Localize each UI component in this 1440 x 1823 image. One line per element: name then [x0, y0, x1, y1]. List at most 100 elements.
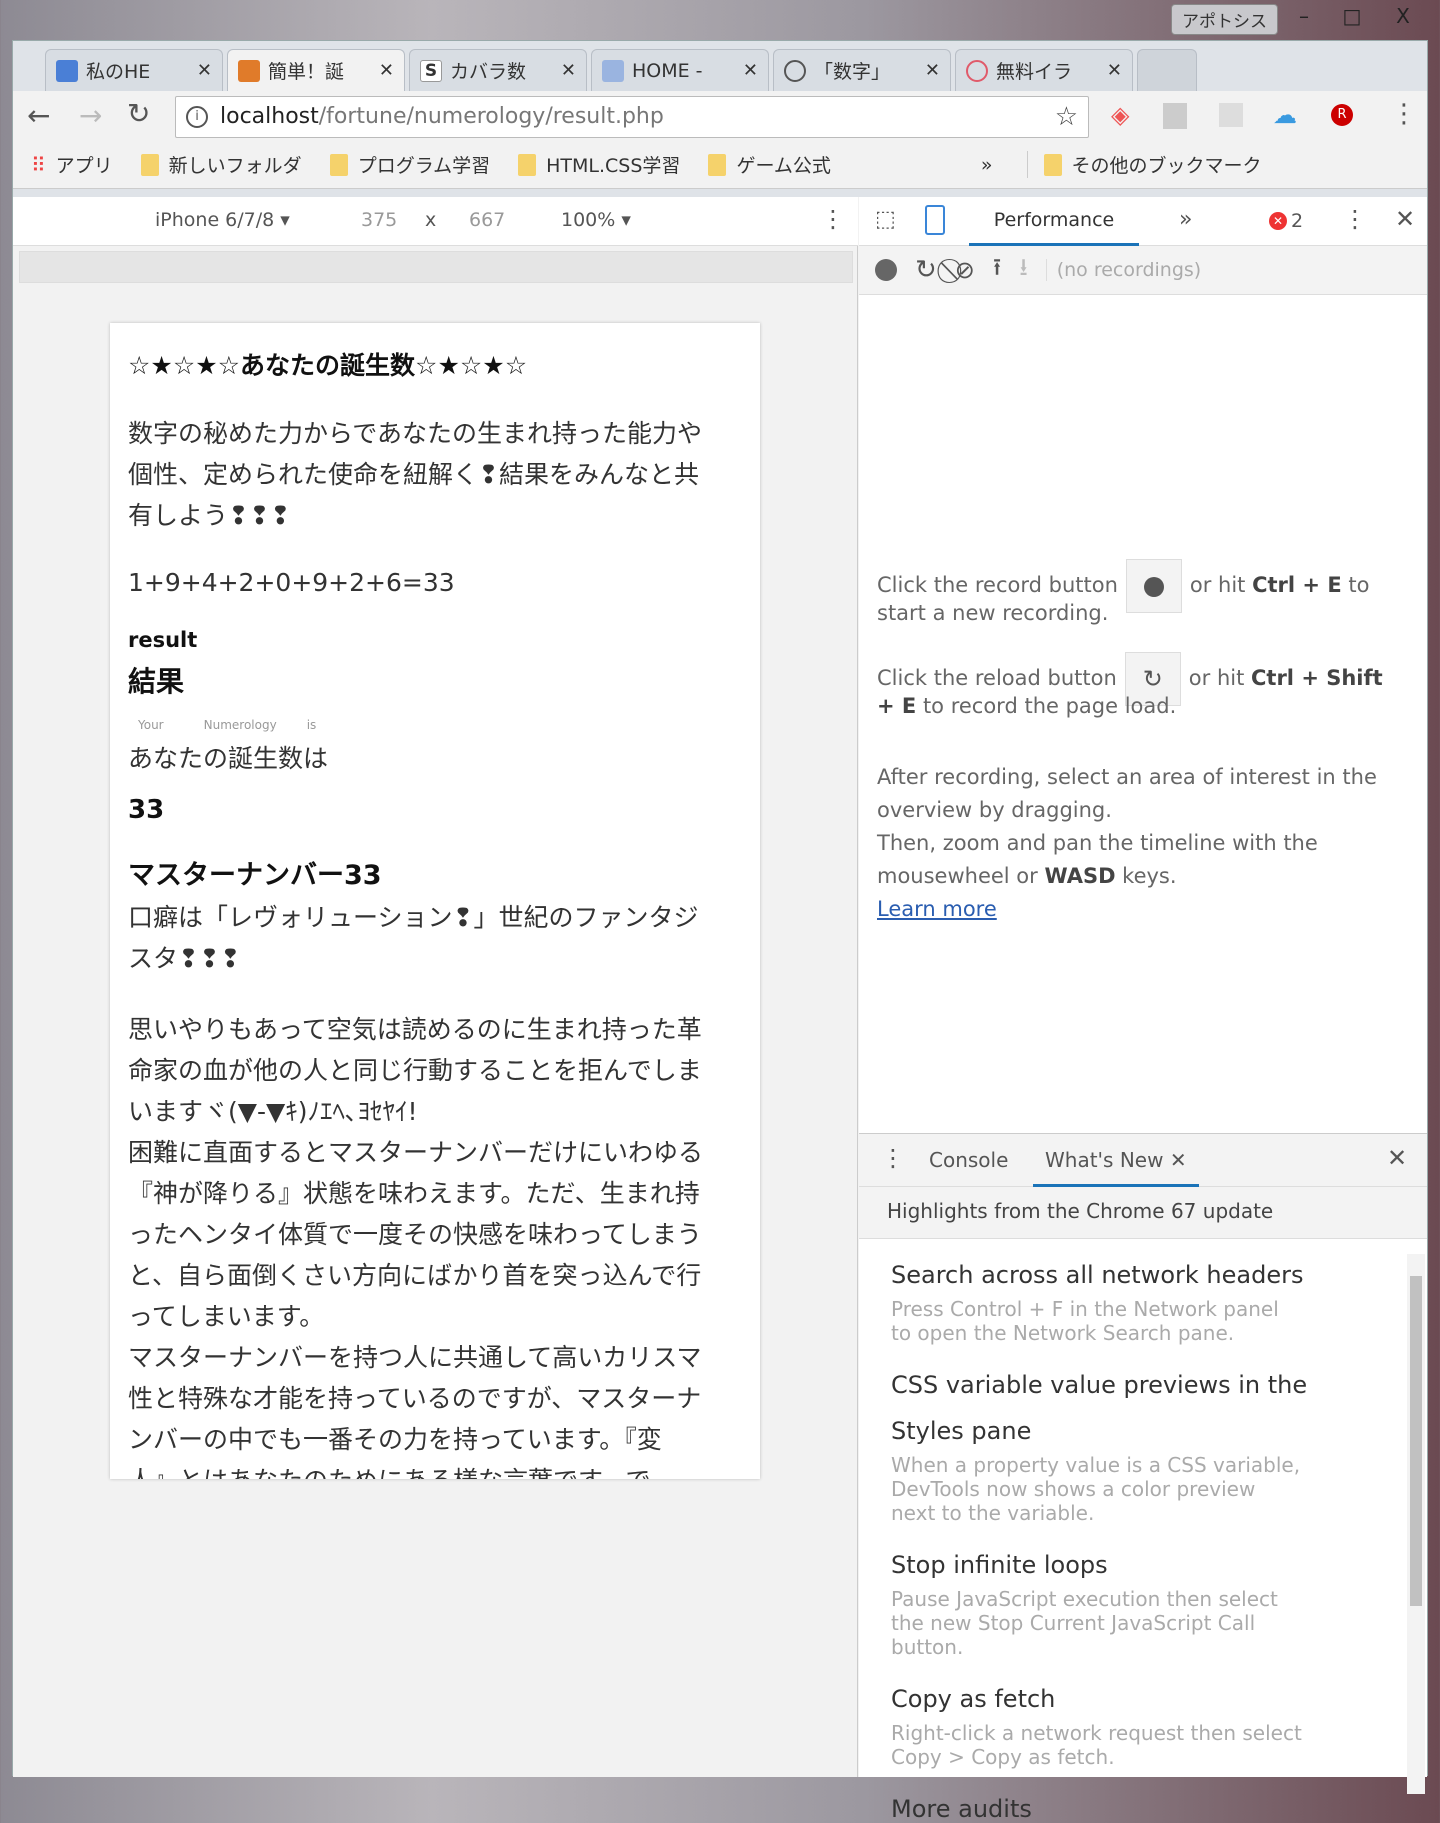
- more-tabs-button[interactable]: »: [1179, 207, 1192, 232]
- emulated-page: ☆★☆★☆あなたの誕生数☆★☆★☆ 数字の秘めた力からであなたの生まれ持った能力…: [110, 323, 760, 1479]
- bookmark-folder[interactable]: プログラム学習: [329, 151, 490, 178]
- whats-new-desc: Press Control + F in the Network panel: [891, 1297, 1279, 1321]
- extension-icon[interactable]: [1219, 103, 1243, 127]
- device-menu-icon[interactable]: ⋮: [821, 205, 845, 233]
- back-button[interactable]: ←: [27, 99, 50, 132]
- minimize-button[interactable]: –: [1282, 4, 1326, 35]
- result-jp: 結果: [128, 665, 185, 698]
- whats-new-desc: next to the variable.: [891, 1501, 1095, 1525]
- url-host: localhost: [220, 104, 319, 129]
- circle-logo-icon: [784, 59, 806, 82]
- tab[interactable]: 「数字」 ✕: [773, 49, 951, 91]
- tab-performance[interactable]: Performance: [969, 197, 1139, 246]
- intro-line: 数字の秘めた力からであなたの生まれ持った能力や: [128, 419, 703, 448]
- body-line: マスターナンバーを持つ人に共通して高いカリスマ: [128, 1343, 702, 1372]
- close-tab-icon[interactable]: ✕: [925, 60, 940, 81]
- xampp-icon: [238, 59, 260, 82]
- after-hint: After recording, select an area of inter…: [877, 765, 1377, 789]
- tab[interactable]: 私のHE ✕: [45, 49, 223, 91]
- dimension-separator: x: [425, 209, 437, 231]
- error-counter[interactable]: ✕ 2: [1269, 210, 1303, 232]
- save-profile-icon[interactable]: ⭳: [1019, 250, 1027, 291]
- other-bookmarks[interactable]: その他のブックマーク: [1026, 151, 1262, 178]
- zoom-select[interactable]: 100% ▾: [561, 209, 631, 231]
- numerology-number: 33: [128, 795, 165, 825]
- master-title: マスターナンバー33: [128, 860, 382, 891]
- chrome-menu-icon[interactable]: ⋮: [1391, 99, 1417, 129]
- record-icon[interactable]: [875, 259, 897, 281]
- maximize-button[interactable]: □: [1330, 4, 1374, 35]
- tab-whats-new[interactable]: What's New ✕: [1033, 1134, 1199, 1187]
- bookmark-folder[interactable]: ゲーム公式: [708, 151, 831, 178]
- load-profile-icon[interactable]: ⭱: [993, 250, 1001, 291]
- folder-icon: [518, 153, 537, 176]
- whats-new-desc: the new Stop Current JavaScript Call: [891, 1611, 1256, 1635]
- body-line: ったヘンタイ体質で一度その快感を味わってしまう: [128, 1220, 702, 1249]
- body-line: と、自ら面倒くさい方向にばかり首を突っ込んで行: [128, 1261, 702, 1290]
- devtools-toolbar: ⬚ Performance » ✕ 2 ⋮ ✕: [859, 197, 1427, 246]
- bookmark-folder[interactable]: HTML.CSS学習: [518, 151, 680, 178]
- master-sub-line: 口癖は「レヴォリューション❢」世紀のファンタジ: [128, 903, 699, 932]
- bookmarks-overflow-button[interactable]: »: [981, 154, 993, 176]
- close-tab-icon[interactable]: ✕: [1170, 1148, 1187, 1172]
- browser-window: 私のHE ✕ 簡単！誕 ✕ S カバラ数 ✕ HOME - ✕ 「数字」 ✕ 無料イラ ✕ ←…: [12, 40, 1428, 1823]
- after-hint: mousewheel or WASD keys.: [877, 864, 1177, 888]
- whats-new-desc: Right-click a network request then selec…: [891, 1721, 1302, 1745]
- tab[interactable]: HOME - ✕: [591, 49, 769, 91]
- body-line: 困難に直面するとマスターナンバーだけにいわゆる: [128, 1138, 704, 1167]
- profile-button[interactable]: アポトシス: [1171, 4, 1278, 35]
- formula: 1+9+4+2+0+9+2+6=33: [128, 568, 455, 597]
- tab-console[interactable]: Console: [929, 1148, 1008, 1172]
- page-heading: ☆★☆★☆あなたの誕生数☆★☆★☆: [128, 351, 528, 380]
- scrollbar[interactable]: [1407, 1254, 1425, 1794]
- close-devtools-icon[interactable]: ✕: [1395, 205, 1415, 233]
- body-line: 思いやりもあって空気は読めるのに生まれ持った革: [128, 1015, 702, 1044]
- drawer-menu-icon[interactable]: ⋮: [881, 1144, 905, 1172]
- record-hint-line2: start a new recording.: [877, 601, 1109, 625]
- learn-more-link[interactable]: Learn more: [877, 893, 997, 926]
- close-drawer-icon[interactable]: ✕: [1387, 1144, 1407, 1172]
- your-number-label: あなたの誕生数は: [128, 744, 329, 773]
- close-tab-icon[interactable]: ✕: [561, 60, 576, 81]
- new-tab-button[interactable]: [1137, 49, 1197, 91]
- height-input[interactable]: 667: [469, 209, 505, 231]
- apps-bookmark[interactable]: ⠿ アプリ: [31, 151, 113, 178]
- scrollbar-thumb[interactable]: [1410, 1276, 1422, 1606]
- reload-record-icon[interactable]: ↻: [915, 255, 937, 285]
- record-hint-button[interactable]: [1125, 559, 1182, 613]
- bookmark-folder[interactable]: 新しいフォルダ: [140, 151, 302, 178]
- bookmark-star-icon[interactable]: ☆: [1055, 97, 1078, 137]
- devtools-panel: ⬚ Performance » ✕ 2 ⋮ ✕ ↻ ⃠⊘ ⭱ ⭳ (no reco…: [859, 197, 1427, 1823]
- recordings-select[interactable]: (no recordings): [1045, 259, 1201, 281]
- close-tab-icon[interactable]: ✕: [197, 60, 212, 81]
- master-sub-line: スタ❢❢❢: [128, 944, 241, 973]
- device-toggle-icon[interactable]: [925, 205, 945, 235]
- devtools-menu-icon[interactable]: ⋮: [1343, 205, 1367, 233]
- docs-icon: [56, 59, 78, 82]
- tab[interactable]: S カバラ数 ✕: [409, 49, 587, 91]
- ruby-text: Your Numerology is: [138, 718, 317, 732]
- close-tab-icon[interactable]: ✕: [1107, 60, 1122, 81]
- reload-button[interactable]: ↻: [127, 97, 150, 130]
- close-window-button[interactable]: X: [1378, 4, 1428, 35]
- inspect-element-icon[interactable]: ⬚: [875, 207, 896, 232]
- media-query-bar[interactable]: [19, 251, 853, 283]
- pdf-extension-icon[interactable]: [1163, 103, 1187, 129]
- device-select[interactable]: iPhone 6/7/8 ▾: [155, 209, 290, 231]
- close-tab-icon[interactable]: ✕: [379, 60, 394, 81]
- close-tab-icon[interactable]: ✕: [743, 60, 758, 81]
- extension-icon[interactable]: ◈: [1111, 101, 1129, 129]
- width-input[interactable]: 375: [361, 209, 397, 231]
- clear-icon[interactable]: ⃠⊘: [955, 256, 975, 284]
- whats-new-title: Copy as fetch: [891, 1685, 1056, 1713]
- tab-active[interactable]: 簡単！誕 ✕: [227, 49, 405, 91]
- cloud-extension-icon[interactable]: ☁: [1273, 101, 1297, 129]
- forward-button[interactable]: →: [79, 99, 102, 132]
- whats-new-title: Search across all network headers: [891, 1261, 1304, 1289]
- address-bar[interactable]: i localhost/fortune/numerology/result.ph…: [175, 96, 1089, 138]
- r-extension-icon[interactable]: R: [1331, 104, 1353, 126]
- body-line: 性と特殊な才能を持っているのですが、マスターナ: [128, 1384, 702, 1413]
- tab[interactable]: 無料イラ ✕: [955, 49, 1133, 91]
- info-icon[interactable]: i: [186, 106, 208, 128]
- body-line: ンバーの中でも一番その力を持っています。『変: [128, 1425, 662, 1454]
